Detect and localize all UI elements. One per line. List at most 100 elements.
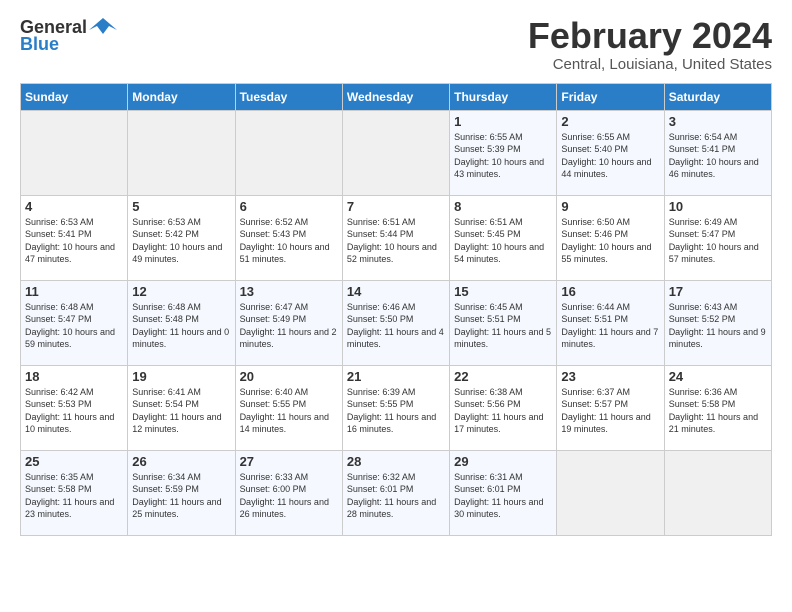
title-area: February 2024 Central, Louisiana, United… bbox=[528, 16, 772, 73]
day-number: 29 bbox=[454, 454, 552, 469]
day-info: Sunrise: 6:55 AMSunset: 5:40 PMDaylight:… bbox=[561, 131, 659, 181]
calendar-day-cell: 28 Sunrise: 6:32 AMSunset: 6:01 PMDayligh… bbox=[342, 450, 449, 535]
calendar-day-cell: 16 Sunrise: 6:44 AMSunset: 5:51 PMDayligh… bbox=[557, 280, 664, 365]
calendar-day-cell: 29 Sunrise: 6:31 AMSunset: 6:01 PMDayligh… bbox=[450, 450, 557, 535]
day-number: 10 bbox=[669, 199, 767, 214]
calendar-header-row: SundayMondayTuesdayWednesdayThursdayFrid… bbox=[21, 83, 772, 110]
day-info: Sunrise: 6:40 AMSunset: 5:55 PMDaylight:… bbox=[240, 386, 338, 436]
day-info: Sunrise: 6:37 AMSunset: 5:57 PMDaylight:… bbox=[561, 386, 659, 436]
calendar-day-cell: 23 Sunrise: 6:37 AMSunset: 5:57 PMDayligh… bbox=[557, 365, 664, 450]
calendar-day-cell bbox=[557, 450, 664, 535]
calendar-day-cell bbox=[664, 450, 771, 535]
day-info: Sunrise: 6:32 AMSunset: 6:01 PMDaylight:… bbox=[347, 471, 445, 521]
day-of-week-header: Wednesday bbox=[342, 83, 449, 110]
calendar-day-cell: 8 Sunrise: 6:51 AMSunset: 5:45 PMDaylight… bbox=[450, 195, 557, 280]
calendar-day-cell: 11 Sunrise: 6:48 AMSunset: 5:47 PMDayligh… bbox=[21, 280, 128, 365]
day-number: 23 bbox=[561, 369, 659, 384]
calendar-day-cell bbox=[342, 110, 449, 195]
day-of-week-header: Thursday bbox=[450, 83, 557, 110]
day-info: Sunrise: 6:41 AMSunset: 5:54 PMDaylight:… bbox=[132, 386, 230, 436]
day-info: Sunrise: 6:44 AMSunset: 5:51 PMDaylight:… bbox=[561, 301, 659, 351]
calendar-day-cell: 17Sunrise: 6:43 AMSunset: 5:52 PMDayligh… bbox=[664, 280, 771, 365]
day-number: 7 bbox=[347, 199, 445, 214]
calendar-day-cell: 15 Sunrise: 6:45 AMSunset: 5:51 PMDayligh… bbox=[450, 280, 557, 365]
day-number: 28 bbox=[347, 454, 445, 469]
calendar-day-cell: 13 Sunrise: 6:47 AMSunset: 5:49 PMDayligh… bbox=[235, 280, 342, 365]
day-number: 19 bbox=[132, 369, 230, 384]
day-of-week-header: Sunday bbox=[21, 83, 128, 110]
day-info: Sunrise: 6:49 AMSunset: 5:47 PMDaylight:… bbox=[669, 216, 767, 266]
calendar-week-row: 4Sunrise: 6:53 AMSunset: 5:41 PMDaylight… bbox=[21, 195, 772, 280]
day-info: Sunrise: 6:53 AMSunset: 5:42 PMDaylight:… bbox=[132, 216, 230, 266]
day-number: 27 bbox=[240, 454, 338, 469]
day-number: 18 bbox=[25, 369, 123, 384]
calendar-day-cell: 18 Sunrise: 6:42 AMSunset: 5:53 PMDayligh… bbox=[21, 365, 128, 450]
day-info: Sunrise: 6:51 AMSunset: 5:44 PMDaylight:… bbox=[347, 216, 445, 266]
calendar-day-cell: 7 Sunrise: 6:51 AMSunset: 5:44 PMDaylight… bbox=[342, 195, 449, 280]
calendar-day-cell: 10 Sunrise: 6:49 AMSunset: 5:47 PMDayligh… bbox=[664, 195, 771, 280]
calendar-title: February 2024 bbox=[528, 16, 772, 56]
calendar-day-cell: 22 Sunrise: 6:38 AMSunset: 5:56 PMDayligh… bbox=[450, 365, 557, 450]
day-info: Sunrise: 6:38 AMSunset: 5:56 PMDaylight:… bbox=[454, 386, 552, 436]
day-number: 16 bbox=[561, 284, 659, 299]
calendar-day-cell: 19 Sunrise: 6:41 AMSunset: 5:54 PMDayligh… bbox=[128, 365, 235, 450]
day-number: 22 bbox=[454, 369, 552, 384]
header: General Blue February 2024 Central, Loui… bbox=[20, 16, 772, 73]
day-info: Sunrise: 6:47 AMSunset: 5:49 PMDaylight:… bbox=[240, 301, 338, 351]
calendar-day-cell: 21Sunrise: 6:39 AMSunset: 5:55 PMDayligh… bbox=[342, 365, 449, 450]
day-info: Sunrise: 6:51 AMSunset: 5:45 PMDaylight:… bbox=[454, 216, 552, 266]
calendar-day-cell bbox=[128, 110, 235, 195]
calendar-subtitle: Central, Louisiana, United States bbox=[528, 56, 772, 73]
day-of-week-header: Tuesday bbox=[235, 83, 342, 110]
day-number: 13 bbox=[240, 284, 338, 299]
day-info: Sunrise: 6:48 AMSunset: 5:47 PMDaylight:… bbox=[25, 301, 123, 351]
day-info: Sunrise: 6:54 AMSunset: 5:41 PMDaylight:… bbox=[669, 131, 767, 181]
day-of-week-header: Friday bbox=[557, 83, 664, 110]
day-info: Sunrise: 6:31 AMSunset: 6:01 PMDaylight:… bbox=[454, 471, 552, 521]
calendar-day-cell: 6Sunrise: 6:52 AMSunset: 5:43 PMDaylight… bbox=[235, 195, 342, 280]
day-number: 15 bbox=[454, 284, 552, 299]
day-info: Sunrise: 6:46 AMSunset: 5:50 PMDaylight:… bbox=[347, 301, 445, 351]
day-info: Sunrise: 6:53 AMSunset: 5:41 PMDaylight:… bbox=[25, 216, 123, 266]
logo-bird-icon bbox=[89, 16, 117, 38]
day-info: Sunrise: 6:35 AMSunset: 5:58 PMDaylight:… bbox=[25, 471, 123, 521]
day-number: 6 bbox=[240, 199, 338, 214]
day-number: 8 bbox=[454, 199, 552, 214]
day-number: 17 bbox=[669, 284, 767, 299]
day-number: 1 bbox=[454, 114, 552, 129]
day-info: Sunrise: 6:45 AMSunset: 5:51 PMDaylight:… bbox=[454, 301, 552, 351]
calendar-day-cell: 27 Sunrise: 6:33 AMSunset: 6:00 PMDayligh… bbox=[235, 450, 342, 535]
day-of-week-header: Monday bbox=[128, 83, 235, 110]
calendar-week-row: 25 Sunrise: 6:35 AMSunset: 5:58 PMDayligh… bbox=[21, 450, 772, 535]
calendar-day-cell: 26 Sunrise: 6:34 AMSunset: 5:59 PMDayligh… bbox=[128, 450, 235, 535]
calendar-week-row: 18 Sunrise: 6:42 AMSunset: 5:53 PMDayligh… bbox=[21, 365, 772, 450]
calendar-day-cell bbox=[235, 110, 342, 195]
day-number: 24 bbox=[669, 369, 767, 384]
logo-blue-text: Blue bbox=[20, 34, 59, 55]
day-info: Sunrise: 6:55 AMSunset: 5:39 PMDaylight:… bbox=[454, 131, 552, 181]
calendar-day-cell: 9Sunrise: 6:50 AMSunset: 5:46 PMDaylight… bbox=[557, 195, 664, 280]
day-number: 25 bbox=[25, 454, 123, 469]
day-number: 5 bbox=[132, 199, 230, 214]
day-info: Sunrise: 6:33 AMSunset: 6:00 PMDaylight:… bbox=[240, 471, 338, 521]
calendar-day-cell: 20 Sunrise: 6:40 AMSunset: 5:55 PMDayligh… bbox=[235, 365, 342, 450]
calendar-day-cell: 14 Sunrise: 6:46 AMSunset: 5:50 PMDayligh… bbox=[342, 280, 449, 365]
calendar-day-cell: 2Sunrise: 6:55 AMSunset: 5:40 PMDaylight… bbox=[557, 110, 664, 195]
calendar-week-row: 11 Sunrise: 6:48 AMSunset: 5:47 PMDayligh… bbox=[21, 280, 772, 365]
day-number: 20 bbox=[240, 369, 338, 384]
day-number: 14 bbox=[347, 284, 445, 299]
calendar-day-cell: 24 Sunrise: 6:36 AMSunset: 5:58 PMDayligh… bbox=[664, 365, 771, 450]
day-info: Sunrise: 6:50 AMSunset: 5:46 PMDaylight:… bbox=[561, 216, 659, 266]
day-number: 11 bbox=[25, 284, 123, 299]
day-info: Sunrise: 6:34 AMSunset: 5:59 PMDaylight:… bbox=[132, 471, 230, 521]
day-number: 26 bbox=[132, 454, 230, 469]
calendar-day-cell: 3Sunrise: 6:54 AMSunset: 5:41 PMDaylight… bbox=[664, 110, 771, 195]
calendar-day-cell bbox=[21, 110, 128, 195]
day-info: Sunrise: 6:42 AMSunset: 5:53 PMDaylight:… bbox=[25, 386, 123, 436]
day-info: Sunrise: 6:39 AMSunset: 5:55 PMDaylight:… bbox=[347, 386, 445, 436]
day-info: Sunrise: 6:36 AMSunset: 5:58 PMDaylight:… bbox=[669, 386, 767, 436]
calendar-day-cell: 4Sunrise: 6:53 AMSunset: 5:41 PMDaylight… bbox=[21, 195, 128, 280]
calendar-day-cell: 1 Sunrise: 6:55 AMSunset: 5:39 PMDaylight… bbox=[450, 110, 557, 195]
calendar-table: SundayMondayTuesdayWednesdayThursdayFrid… bbox=[20, 83, 772, 536]
day-of-week-header: Saturday bbox=[664, 83, 771, 110]
